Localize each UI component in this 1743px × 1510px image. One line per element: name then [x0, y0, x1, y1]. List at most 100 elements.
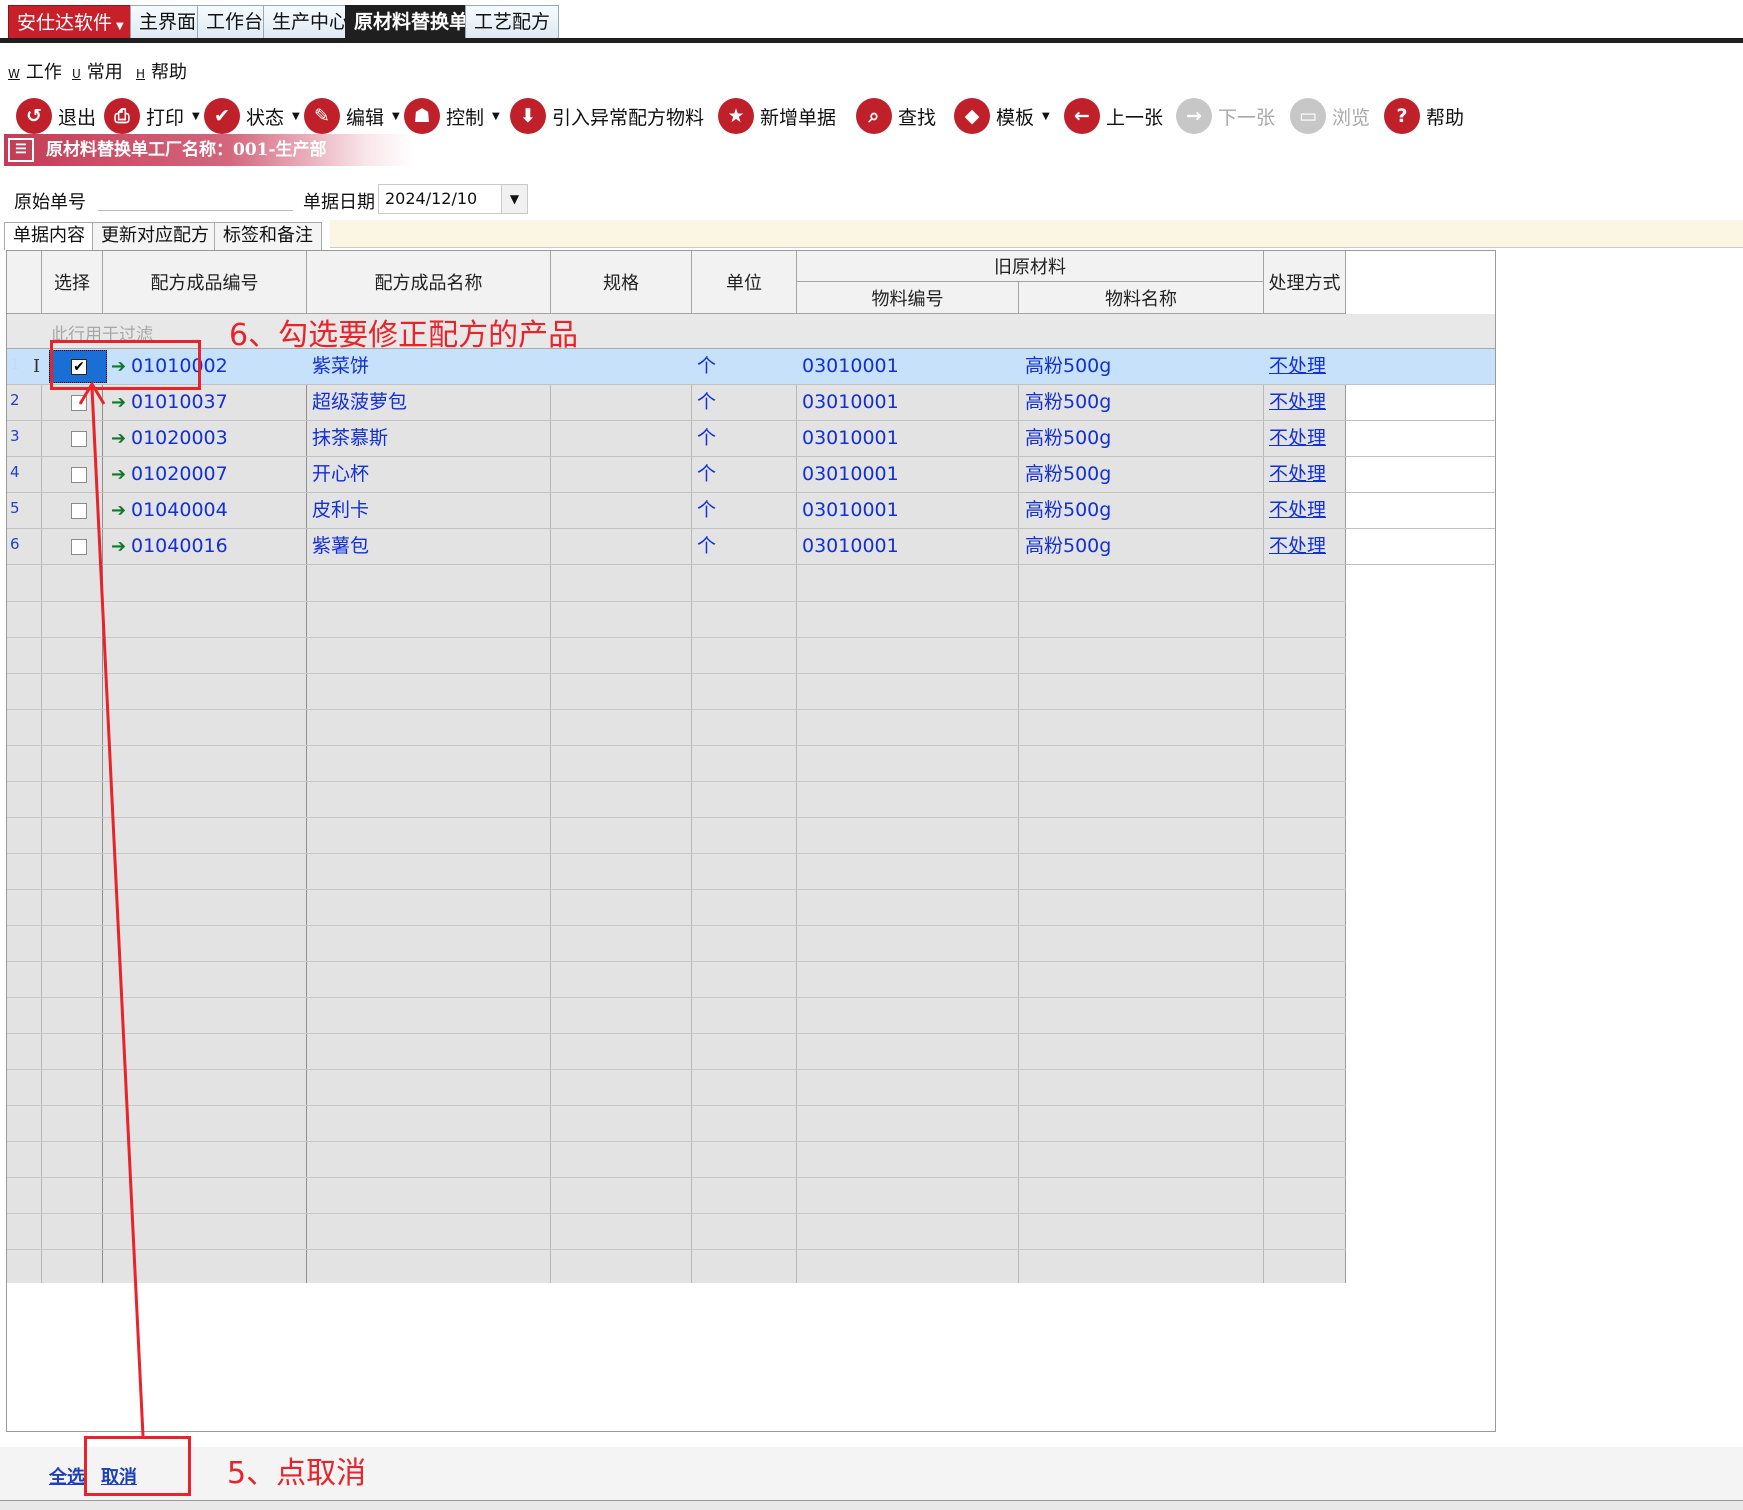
material-code-cell[interactable]: 03010001	[802, 493, 899, 529]
header-spec[interactable]: 规格	[551, 251, 692, 314]
table-row[interactable]: 1 I ✔ ➔ 01010002 紫菜饼 个 03010001 高粉500g 不…	[7, 349, 1495, 385]
header-handling[interactable]: 处理方式	[1264, 251, 1346, 314]
product-code-cell[interactable]: 01020007	[131, 457, 228, 493]
menu-accel: U	[72, 67, 81, 81]
header-material-code[interactable]: 物料编号	[797, 282, 1019, 314]
tab-workbench[interactable]: 工作台	[197, 5, 273, 39]
row-checkbox[interactable]	[71, 431, 87, 447]
material-name-cell[interactable]: 高粉500g	[1025, 457, 1111, 493]
material-name-cell[interactable]: 高粉500g	[1025, 421, 1111, 457]
material-code-cell[interactable]: 03010001	[802, 349, 899, 385]
arrow-right-icon[interactable]: ➔	[111, 421, 126, 456]
chevron-down-icon[interactable]: ▼	[501, 185, 527, 213]
material-name-cell[interactable]: 高粉500g	[1025, 529, 1111, 565]
menu-work[interactable]: W 工作	[8, 58, 62, 84]
grid-bottom-empty	[7, 1283, 1346, 1431]
table-row[interactable]: 3 ➔ 01020003 抹茶慕斯 个 03010001 高粉500g 不处理	[7, 421, 1495, 457]
tab-labels-notes[interactable]: 标签和备注	[214, 222, 322, 250]
document-date-picker[interactable]: 2024/12/10 ▼	[378, 184, 528, 214]
product-code-cell[interactable]: 01040004	[131, 493, 228, 529]
handling-cell[interactable]: 不处理	[1269, 385, 1326, 421]
row-checkbox[interactable]	[71, 539, 87, 555]
original-no-input[interactable]	[98, 210, 293, 211]
unit-cell[interactable]: 个	[697, 385, 716, 421]
row-checkbox[interactable]	[71, 467, 87, 483]
control-button[interactable]: ☗ 控制 ▼	[404, 93, 500, 139]
material-name-cell[interactable]: 高粉500g	[1025, 493, 1111, 529]
product-name-cell[interactable]: 紫菜饼	[312, 349, 369, 385]
edit-icon: ✎	[304, 98, 340, 134]
grid-row-line	[7, 1033, 1346, 1034]
product-name-cell[interactable]: 开心杯	[312, 457, 369, 493]
menu-common[interactable]: U 常用	[72, 58, 123, 84]
edit-button[interactable]: ✎ 编辑 ▼	[304, 93, 400, 139]
handling-cell[interactable]: 不处理	[1269, 457, 1326, 493]
template-button[interactable]: ◆ 模板 ▼	[954, 93, 1050, 139]
header-unit[interactable]: 单位	[692, 251, 797, 314]
header-select[interactable]: 选择	[42, 251, 103, 314]
tab-production-center[interactable]: 生产中心	[263, 5, 358, 39]
tab-process-recipe[interactable]: 工艺配方	[465, 5, 560, 39]
table-row[interactable]: 5 ➔ 01040004 皮利卡 个 03010001 高粉500g 不处理	[7, 493, 1495, 529]
material-code-cell[interactable]: 03010001	[802, 457, 899, 493]
arrow-right-icon[interactable]: ➔	[111, 385, 126, 420]
row-checkbox[interactable]	[71, 395, 87, 411]
header-product-name[interactable]: 配方成品名称	[307, 251, 551, 314]
exit-button[interactable]: ↺ 退出	[16, 93, 96, 139]
material-code-cell[interactable]: 03010001	[802, 529, 899, 565]
handling-cell[interactable]: 不处理	[1269, 493, 1326, 529]
unit-cell[interactable]: 个	[697, 493, 716, 529]
new-document-button[interactable]: ★ 新增单据	[718, 93, 836, 139]
brand-menu-button[interactable]: 安仕达软件 ▼	[8, 5, 133, 40]
arrow-right-icon[interactable]: ➔	[111, 529, 126, 564]
select-all-link[interactable]: 全选	[49, 1463, 85, 1489]
tab-document-content[interactable]: 单据内容	[4, 222, 94, 250]
previous-button[interactable]: ← 上一张	[1064, 93, 1163, 139]
product-code-cell[interactable]: 01020003	[131, 421, 228, 457]
handling-cell[interactable]: 不处理	[1269, 421, 1326, 457]
handling-cell[interactable]: 不处理	[1269, 529, 1326, 565]
table-row[interactable]: 6 ➔ 01040016 紫薯包 个 03010001 高粉500g 不处理	[7, 529, 1495, 565]
material-name-cell[interactable]: 高粉500g	[1025, 349, 1111, 385]
tab-material-replacement[interactable]: 原材料替换单	[345, 5, 478, 39]
chevron-down-icon: ▼	[392, 110, 400, 122]
toolbar-label: 查找	[898, 106, 937, 129]
menu-accel: W	[8, 67, 20, 81]
material-name-cell[interactable]: 高粉500g	[1025, 385, 1111, 421]
status-button[interactable]: ✔ 状态 ▼	[204, 93, 300, 139]
unit-cell[interactable]: 个	[697, 421, 716, 457]
table-row[interactable]: 4 ➔ 01020007 开心杯 个 03010001 高粉500g 不处理	[7, 457, 1495, 493]
arrow-right-icon[interactable]: ➔	[111, 493, 126, 528]
product-name-cell[interactable]: 紫薯包	[312, 529, 369, 565]
header-material-name[interactable]: 物料名称	[1019, 282, 1264, 314]
menu-help[interactable]: H 帮助	[136, 58, 187, 84]
find-button[interactable]: ⌕ 查找	[856, 93, 936, 139]
print-button[interactable]: ⎙ 打印 ▼	[104, 93, 200, 139]
tab-update-recipe[interactable]: 更新对应配方	[92, 222, 218, 250]
material-code-cell[interactable]: 03010001	[802, 385, 899, 421]
material-code-cell[interactable]: 03010001	[802, 421, 899, 457]
browse-button[interactable]: ▭ 浏览	[1290, 93, 1370, 139]
tab-main[interactable]: 主界面	[130, 5, 206, 39]
help-button[interactable]: ? 帮助	[1384, 93, 1464, 139]
product-name-cell[interactable]: 皮利卡	[312, 493, 369, 529]
header-product-code[interactable]: 配方成品编号	[103, 251, 307, 314]
handling-cell[interactable]: 不处理	[1269, 349, 1326, 385]
unit-cell[interactable]: 个	[697, 529, 716, 565]
unit-cell[interactable]: 个	[697, 349, 716, 385]
product-code-cell[interactable]: 01040016	[131, 529, 228, 565]
menu-label: 常用	[86, 62, 123, 83]
row-checkbox[interactable]	[71, 503, 87, 519]
toolbar-label: 控制	[446, 106, 485, 129]
chevron-down-icon: ▼	[292, 110, 300, 122]
tab-label: 主界面	[139, 11, 197, 33]
grid-row-line	[7, 853, 1346, 854]
next-button[interactable]: → 下一张	[1176, 93, 1275, 139]
product-code-cell[interactable]: 01010037	[131, 385, 228, 421]
unit-cell[interactable]: 个	[697, 457, 716, 493]
product-name-cell[interactable]: 超级菠萝包	[312, 385, 407, 421]
table-row[interactable]: 2 ➔ 01010037 超级菠萝包 个 03010001 高粉500g 不处理	[7, 385, 1495, 421]
import-abnormal-recipe-button[interactable]: ⬇ 引入异常配方物料	[510, 93, 704, 139]
product-name-cell[interactable]: 抹茶慕斯	[312, 421, 388, 457]
arrow-right-icon[interactable]: ➔	[111, 457, 126, 492]
